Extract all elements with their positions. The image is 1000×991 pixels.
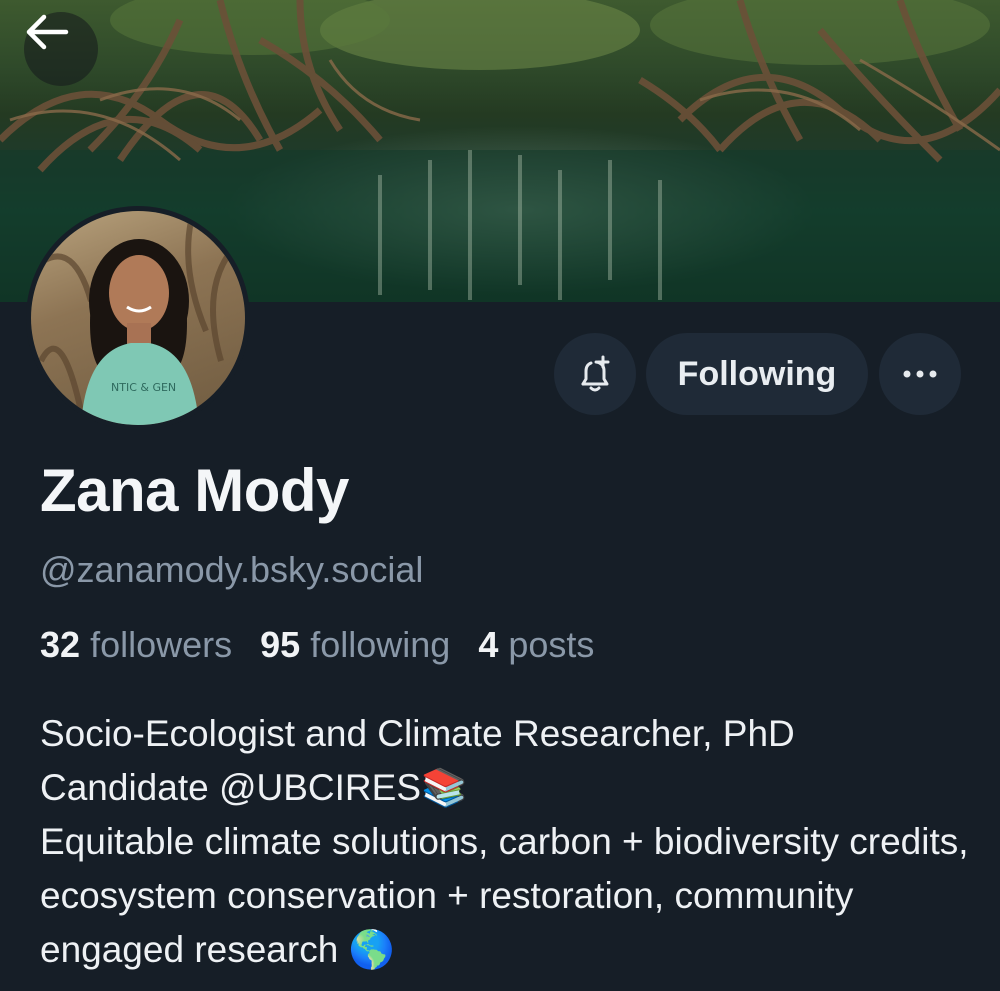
bio-line-2: Equitable climate solutions, carbon + bi… bbox=[40, 821, 969, 970]
posts-label: posts bbox=[508, 624, 595, 665]
following-button[interactable]: Following bbox=[646, 333, 868, 415]
ellipsis-icon bbox=[903, 370, 937, 378]
following-link[interactable]: 95 following bbox=[260, 624, 450, 665]
svg-text:NTIC & GEN: NTIC & GEN bbox=[111, 381, 176, 394]
followers-label: followers bbox=[90, 624, 233, 665]
followers-link[interactable]: 32 followers bbox=[40, 624, 232, 665]
avatar-image: NTIC & GEN bbox=[31, 211, 245, 425]
bell-plus-icon bbox=[581, 355, 610, 392]
posts-stat: 4 posts bbox=[478, 624, 594, 665]
back-button[interactable] bbox=[24, 12, 98, 86]
following-count: 95 bbox=[260, 624, 301, 665]
profile-handle: @zanamody.bsky.social bbox=[40, 549, 424, 590]
arrow-left-icon bbox=[26, 14, 69, 50]
profile-stats: 32 followers 95 following 4 posts bbox=[40, 624, 612, 666]
posts-count: 4 bbox=[478, 624, 499, 665]
avatar[interactable]: NTIC & GEN bbox=[26, 206, 250, 430]
display-name: Zana Mody bbox=[40, 457, 349, 524]
notifications-button[interactable] bbox=[554, 333, 636, 415]
more-options-button[interactable] bbox=[879, 333, 961, 415]
profile-bio: Socio-Ecologist and Climate Researcher, … bbox=[40, 707, 970, 977]
bio-line-1: Socio-Ecologist and Climate Researcher, … bbox=[40, 713, 795, 808]
followers-count: 32 bbox=[40, 624, 81, 665]
following-label: following bbox=[310, 624, 451, 665]
